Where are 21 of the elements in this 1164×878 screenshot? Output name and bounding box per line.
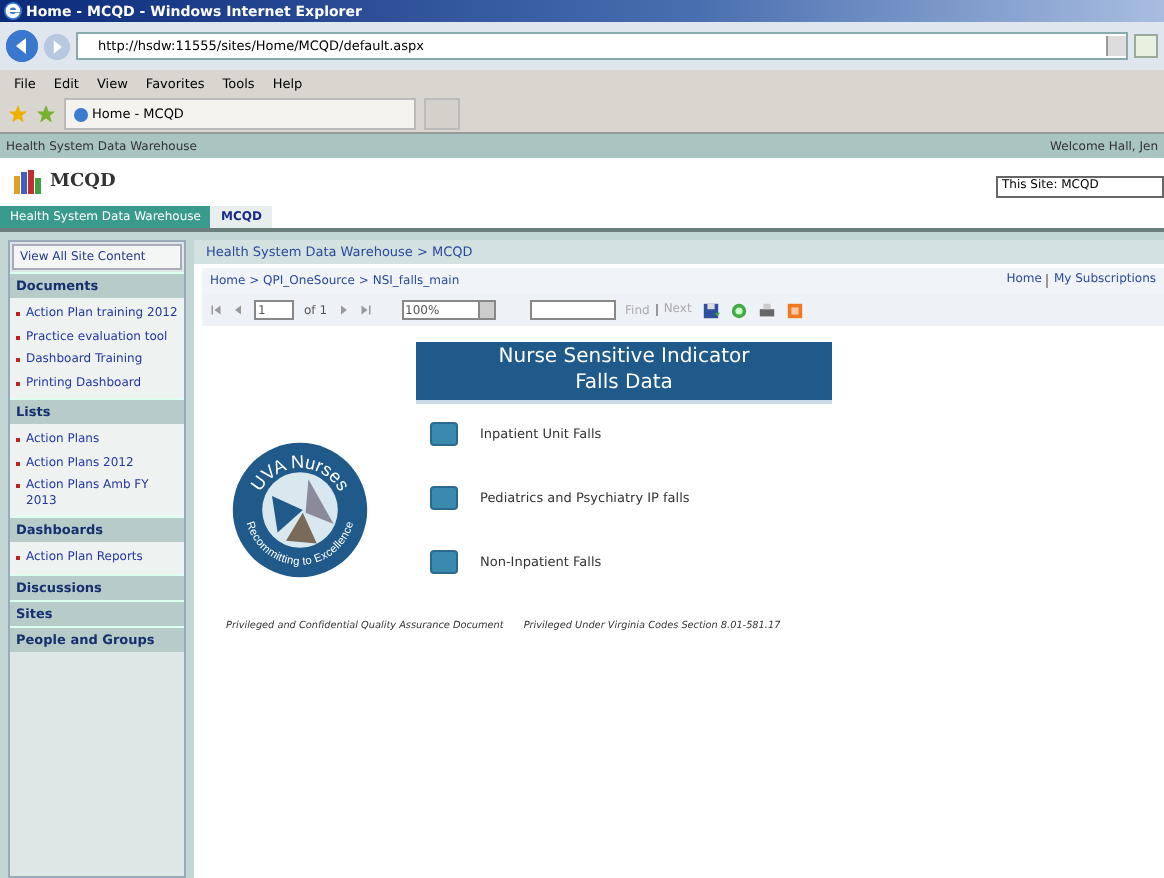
site-title: MCQD — [50, 172, 116, 192]
first-page-icon[interactable] — [210, 304, 222, 316]
next-page-icon[interactable] — [337, 304, 350, 316]
browser-logo-icon — [4, 2, 22, 20]
forward-icon[interactable] — [44, 33, 70, 59]
back-icon[interactable] — [6, 30, 38, 62]
report-link-icon[interactable] — [430, 486, 458, 510]
bars-logo-icon — [14, 170, 42, 194]
report-title: Falls Data — [575, 371, 673, 396]
dropdown-icon[interactable] — [1106, 36, 1126, 56]
previous-page-icon[interactable] — [232, 304, 244, 316]
find-field[interactable] — [529, 300, 616, 320]
save-icon[interactable] — [701, 301, 720, 319]
star-icon[interactable] — [36, 104, 56, 124]
report-link-icon[interactable] — [430, 422, 458, 446]
report-link-icon[interactable] — [430, 550, 458, 574]
new-tab-button[interactable] — [424, 98, 460, 130]
print-icon[interactable] — [757, 301, 776, 319]
star-icon[interactable] — [8, 104, 28, 124]
last-page-icon[interactable] — [359, 304, 372, 316]
report-title: Nurse Sensitive Indicator — [498, 346, 750, 371]
